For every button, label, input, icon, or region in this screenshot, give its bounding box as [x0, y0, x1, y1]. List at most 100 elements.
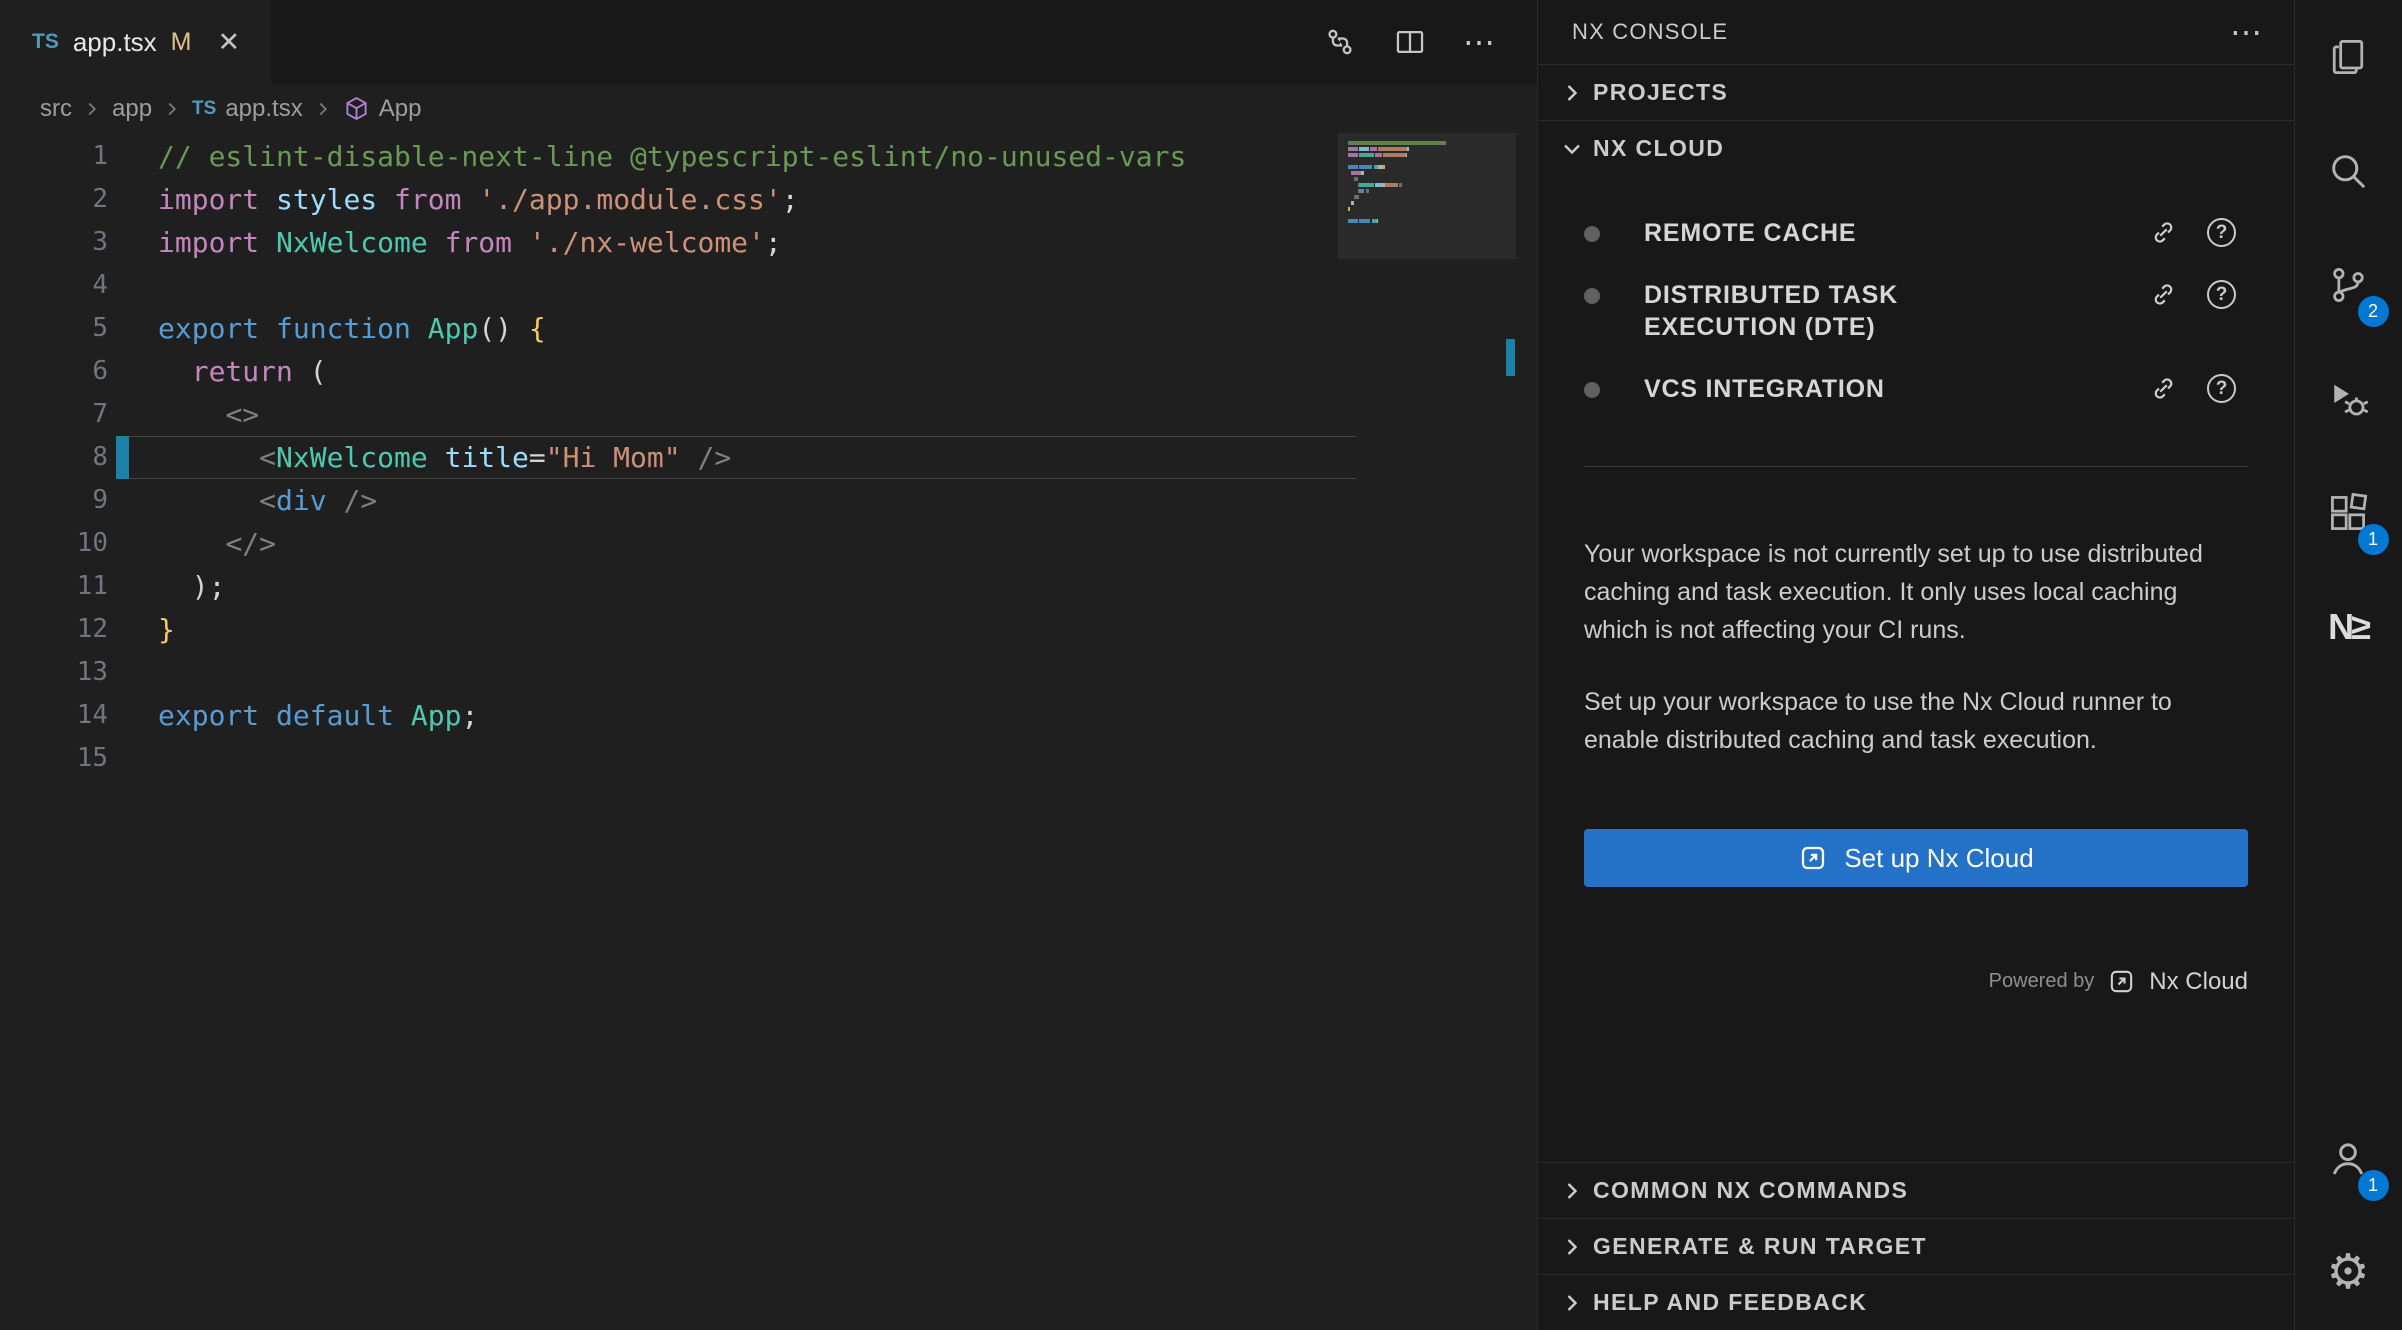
typescript-icon: TS [32, 30, 59, 54]
editor-area: TS app.tsx M ✕ ⋯ src app [0, 0, 1537, 1330]
powered-by-brand[interactable]: Nx Cloud [2149, 968, 2248, 996]
extensions-badge: 1 [2358, 524, 2389, 555]
help-icon[interactable]: ? [2207, 280, 2236, 309]
code-line-3[interactable]: 3import NxWelcome from './nx-welcome'; [0, 221, 1537, 264]
connect-icon[interactable] [2148, 373, 2179, 404]
line-number: 6 [0, 350, 108, 393]
line-number: 4 [0, 264, 108, 307]
more-actions-icon[interactable]: ⋯ [1463, 26, 1495, 58]
cloud-feature-list: REMOTE CACHE ? DISTRIBUTED TASK EXECUTIO… [1538, 202, 2294, 420]
activity-nx-console[interactable]: N≥ [2295, 570, 2402, 684]
activity-account[interactable]: 1 [2295, 1102, 2402, 1216]
chevron-right-icon [1558, 1289, 1586, 1317]
code-line-11[interactable]: 11 ); [0, 565, 1537, 608]
gutter-decoration [116, 178, 129, 221]
code-line-13[interactable]: 13 [0, 651, 1537, 694]
nx-cloud-section-body: REMOTE CACHE ? DISTRIBUTED TASK EXECUTIO… [1538, 176, 2294, 1162]
breadcrumb-item-src[interactable]: src [40, 95, 72, 123]
code-line-2[interactable]: 2import styles from './app.module.css'; [0, 178, 1537, 221]
code-editor[interactable]: 1// eslint-disable-next-line @typescript… [0, 133, 1537, 1330]
nx-console-icon: N≥ [2328, 606, 2368, 648]
chevron-down-icon [1558, 135, 1586, 163]
tab-bar: TS app.tsx M ✕ ⋯ [0, 0, 1537, 84]
line-number: 11 [0, 565, 108, 608]
cloud-description-1: Your workspace is not currently set up t… [1584, 535, 2248, 649]
source-control-badge: 2 [2358, 296, 2389, 327]
gutter-decoration [116, 479, 129, 522]
nx-cloud-feature-item: DISTRIBUTED TASK EXECUTION (DTE) ? [1584, 264, 2236, 358]
setup-nx-cloud-button[interactable]: Set up Nx Cloud [1584, 829, 2248, 887]
nx-cloud-feature-item: VCS INTEGRATION ? [1584, 358, 2236, 420]
gutter-decoration [116, 307, 129, 350]
connect-icon[interactable] [2148, 279, 2179, 310]
help-icon[interactable]: ? [2207, 374, 2236, 403]
activity-extensions[interactable]: 1 [2295, 456, 2402, 570]
gutter-decoration [116, 350, 129, 393]
gutter-decoration [116, 608, 129, 651]
activity-run-and-debug[interactable] [2295, 342, 2402, 456]
line-number: 14 [0, 694, 108, 737]
feature-label: VCS INTEGRATION [1644, 373, 1885, 405]
section-common-nx-commands[interactable]: COMMON NX COMMANDS [1538, 1162, 2294, 1218]
breadcrumb-item-app-folder[interactable]: app [112, 95, 152, 123]
tab-app-tsx[interactable]: TS app.tsx M ✕ [0, 0, 271, 84]
explorer-icon [2326, 35, 2370, 79]
gutter-decoration [116, 135, 129, 178]
gutter-decoration [116, 221, 129, 264]
section-projects[interactable]: PROJECTS [1538, 64, 2294, 120]
help-icon[interactable]: ? [2207, 218, 2236, 247]
section-label: GENERATE & RUN TARGET [1593, 1233, 1927, 1260]
code-line-9[interactable]: 9 <div /> [0, 479, 1537, 522]
line-number: 8 [0, 436, 108, 479]
vscode-window: TS app.tsx M ✕ ⋯ src app [0, 0, 2402, 1330]
code-line-5[interactable]: 5export function App() { [0, 307, 1537, 350]
code-line-6[interactable]: 6 return ( [0, 350, 1537, 393]
activity-settings[interactable]: ⚙ [2295, 1216, 2402, 1330]
section-generate-run-target[interactable]: GENERATE & RUN TARGET [1538, 1218, 2294, 1274]
git-modified-badge: M [171, 28, 192, 57]
panel-more-actions-icon[interactable]: ⋯ [2230, 16, 2262, 48]
section-nx-cloud[interactable]: NX CLOUD [1538, 120, 2294, 176]
breadcrumb-item-symbol-app[interactable]: App [379, 95, 422, 123]
split-editor-icon[interactable] [1393, 25, 1427, 59]
gutter-decoration [116, 737, 129, 780]
activity-source-control[interactable]: 2 [2295, 228, 2402, 342]
nx-cloud-icon [2107, 967, 2136, 996]
code-line-15[interactable]: 15 [0, 737, 1537, 780]
line-number: 1 [0, 135, 108, 178]
code-line-4[interactable]: 4 [0, 264, 1537, 307]
tab-filename: app.tsx [73, 27, 157, 58]
activity-search[interactable] [2295, 114, 2402, 228]
gutter-decoration [116, 651, 129, 694]
close-icon[interactable]: ✕ [218, 27, 241, 58]
gutter-decoration [116, 565, 129, 608]
activity-bar: 2 1 N≥ 1 [2294, 0, 2401, 1330]
connect-icon[interactable] [2148, 217, 2179, 248]
gutter-decoration [116, 264, 129, 307]
gutter-decoration [116, 393, 129, 436]
line-number: 13 [0, 651, 108, 694]
code-line-7[interactable]: 7 <> [0, 393, 1537, 436]
line-number: 5 [0, 307, 108, 350]
line-number: 15 [0, 737, 108, 780]
run-and-debug-icon [2326, 377, 2370, 421]
code-line-8[interactable]: 8 <NxWelcome title="Hi Mom" /> [0, 436, 1537, 479]
feature-label: REMOTE CACHE [1644, 217, 1856, 249]
line-number: 3 [0, 221, 108, 264]
code-line-14[interactable]: 14export default App; [0, 694, 1537, 737]
section-help-and-feedback[interactable]: HELP AND FEEDBACK [1538, 1274, 2294, 1330]
section-label: NX CLOUD [1593, 135, 1724, 162]
search-icon [2326, 149, 2370, 193]
code-line-12[interactable]: 12} [0, 608, 1537, 651]
chevron-right-icon [1558, 1233, 1586, 1261]
chevron-right-icon [81, 98, 103, 120]
breadcrumb-item-file[interactable]: app.tsx [225, 95, 302, 123]
typescript-icon: TS [192, 98, 216, 120]
code-line-1[interactable]: 1// eslint-disable-next-line @typescript… [0, 135, 1537, 178]
git-compare-icon[interactable] [1323, 25, 1357, 59]
section-label: PROJECTS [1593, 79, 1728, 106]
activity-bar-bottom: 1 ⚙ [2295, 1102, 2402, 1330]
activity-explorer[interactable] [2295, 0, 2402, 114]
code-line-10[interactable]: 10 </> [0, 522, 1537, 565]
minimap[interactable] [1348, 141, 1508, 229]
